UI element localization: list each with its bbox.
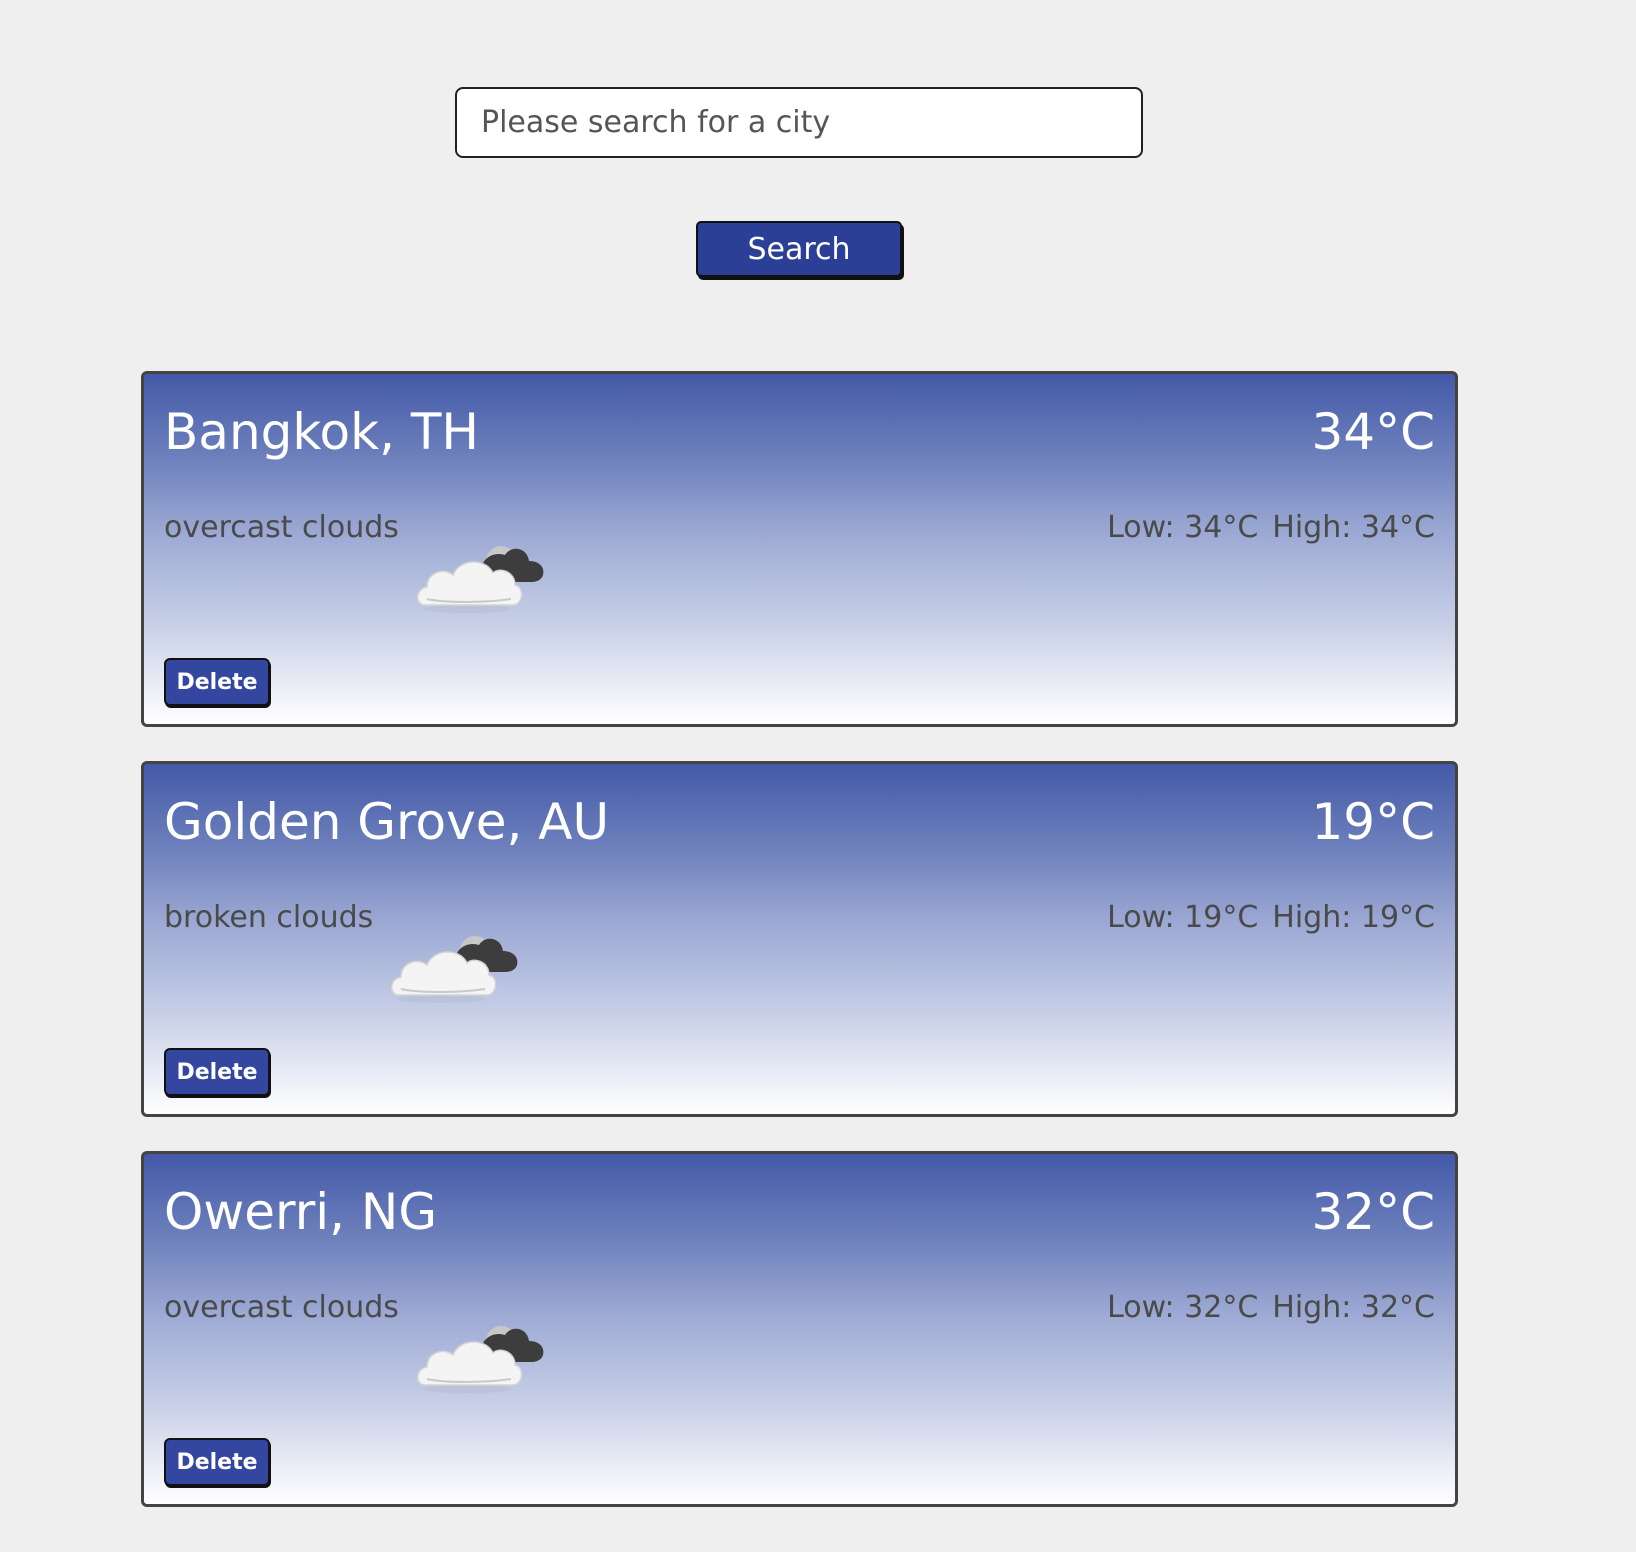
overcast-clouds-icon: [417, 546, 544, 613]
search-button[interactable]: Search: [696, 221, 902, 277]
delete-button[interactable]: Delete: [164, 1438, 270, 1486]
low-temperature: Low: 34°C: [1107, 510, 1259, 545]
city-name: Bangkok, TH: [164, 403, 480, 461]
weather-description: overcast clouds: [164, 510, 399, 545]
weather-description: broken clouds: [164, 900, 374, 935]
weather-card: Owerri, NG 32°C overcast clouds Low: 32°…: [141, 1151, 1458, 1507]
city-name: Owerri, NG: [164, 1183, 438, 1241]
low-temperature: Low: 32°C: [1107, 1290, 1259, 1325]
broken-clouds-icon: [391, 936, 518, 1003]
weather-card: Golden Grove, AU 19°C broken clouds Low:…: [141, 761, 1458, 1117]
current-temperature: 32°C: [1311, 1183, 1435, 1241]
city-name: Golden Grove, AU: [164, 793, 610, 851]
weather-description: overcast clouds: [164, 1290, 399, 1325]
overcast-clouds-icon: [417, 1326, 544, 1393]
high-temperature: High: 34°C: [1272, 510, 1435, 545]
high-temperature: High: 32°C: [1272, 1290, 1435, 1325]
high-temperature: High: 19°C: [1272, 900, 1435, 935]
low-high-temperature: Low: 34°C High: 34°C: [1107, 510, 1435, 545]
weather-card-list: Bangkok, TH 34°C overcast clouds Low: 34…: [141, 371, 1458, 1541]
current-temperature: 19°C: [1311, 793, 1435, 851]
low-temperature: Low: 19°C: [1107, 900, 1259, 935]
delete-button[interactable]: Delete: [164, 658, 270, 706]
delete-button[interactable]: Delete: [164, 1048, 270, 1096]
city-search-input[interactable]: [455, 87, 1143, 158]
low-high-temperature: Low: 32°C High: 32°C: [1107, 1290, 1435, 1325]
current-temperature: 34°C: [1311, 403, 1435, 461]
low-high-temperature: Low: 19°C High: 19°C: [1107, 900, 1435, 935]
weather-card: Bangkok, TH 34°C overcast clouds Low: 34…: [141, 371, 1458, 727]
